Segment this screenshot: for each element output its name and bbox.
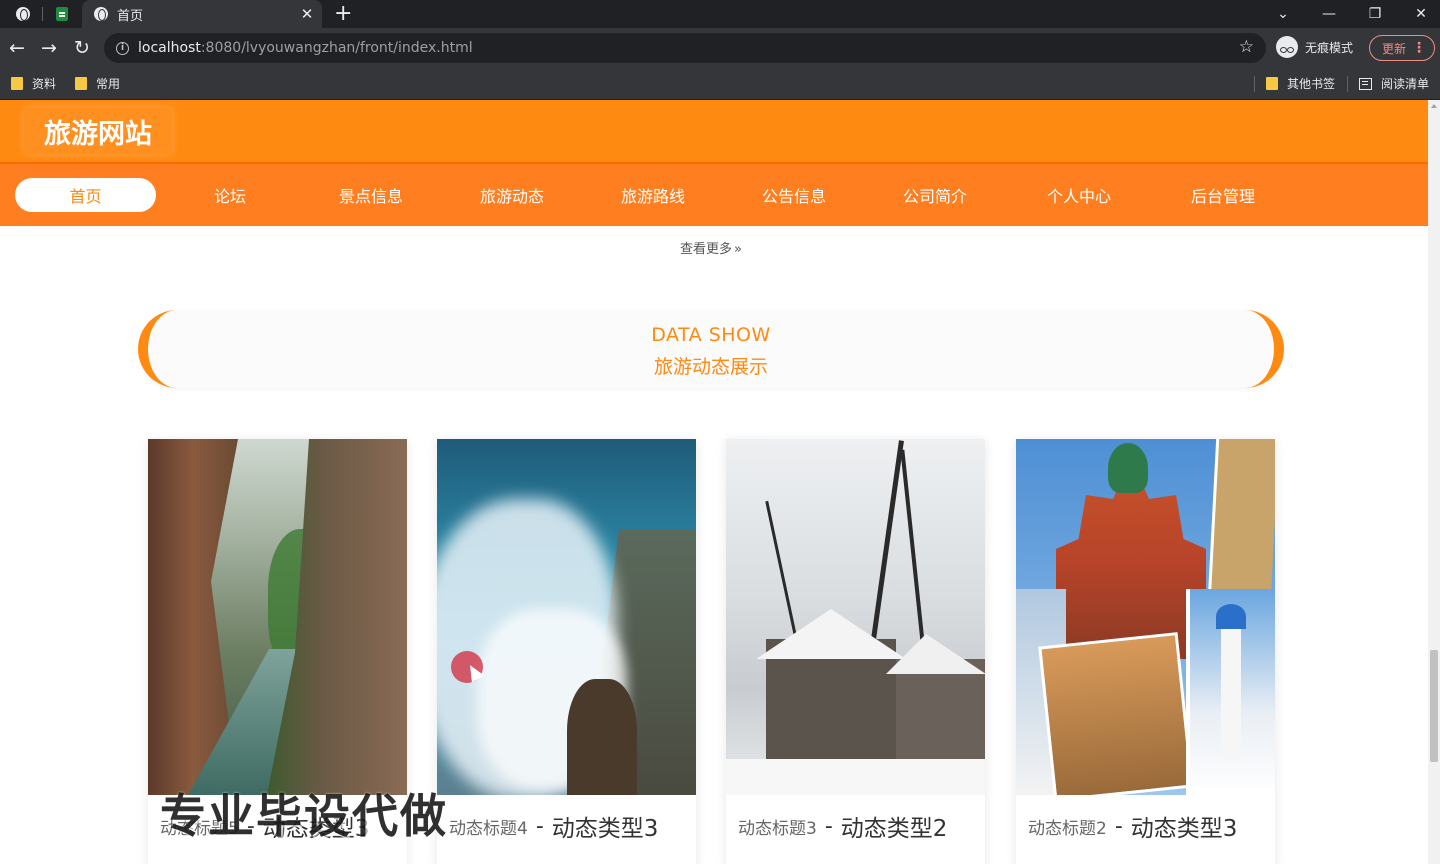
site-header: 旅游网站 xyxy=(0,100,1428,162)
nav-item-attractions[interactable]: 景点信息 xyxy=(325,178,417,212)
page-scrollbar[interactable] xyxy=(1428,100,1440,864)
see-more-link[interactable]: 查看更多» xyxy=(0,238,1422,257)
folder-icon xyxy=(1266,77,1278,90)
bookmark-label: 资料 xyxy=(32,77,57,91)
update-label: 更新 xyxy=(1382,41,1407,56)
browser-tab-bar: 首页 ✕ + ⌄ — ❐ ✕ xyxy=(0,0,1440,28)
nav-item-news[interactable]: 旅游动态 xyxy=(466,178,558,212)
address-bar[interactable]: i localhost:8080/lvyouwangzhan/front/ind… xyxy=(104,33,1266,63)
bookmark-folder-changyong[interactable]: 常用 xyxy=(75,75,120,92)
snow-ground-shape xyxy=(726,759,985,795)
card-type: 动态类型2 xyxy=(840,816,948,842)
scroll-up-arrow-icon[interactable] xyxy=(1431,104,1437,108)
dome-shape xyxy=(1108,443,1148,493)
double-chevron-right-icon: » xyxy=(734,242,742,257)
section-title-banner: DATA SHOW 旅游动态展示 xyxy=(138,310,1284,388)
section-title-en: DATA SHOW xyxy=(651,324,771,346)
bookmark-label: 阅读清单 xyxy=(1381,77,1430,91)
news-card[interactable]: 动态标题4 - 动态类型3 xyxy=(437,439,696,864)
tab-search-icon[interactable]: ⌄ xyxy=(1260,0,1306,28)
scrollbar-thumb[interactable] xyxy=(1430,650,1438,762)
card-dash: - xyxy=(535,813,544,839)
bookmark-star-icon[interactable]: ☆ xyxy=(1239,37,1254,57)
bookmark-folder-ziliao[interactable]: 资料 xyxy=(11,75,56,92)
news-card[interactable]: 动态标题2 - 动态类型3 xyxy=(1016,439,1275,864)
waterfall-photo xyxy=(437,439,696,795)
photo-panel-shape xyxy=(1207,439,1275,599)
bookmark-label: 常用 xyxy=(96,77,121,91)
restore-button[interactable]: ❐ xyxy=(1352,0,1398,28)
browser-toolbar: ← → ↻ i localhost:8080/lvyouwangzhan/fro… xyxy=(0,28,1440,68)
nav-item-routes[interactable]: 旅游路线 xyxy=(607,178,699,212)
bookmark-label: 其他书签 xyxy=(1287,77,1336,91)
bookmarks-bar: 资料 常用 其他书签 阅读清单 xyxy=(0,68,1440,100)
app-icon xyxy=(56,7,68,21)
forward-arrow-icon[interactable]: → xyxy=(37,36,61,60)
photo-panel-shape xyxy=(1038,632,1194,795)
url-path: :8080/lvyouwangzhan/front/index.html xyxy=(200,40,473,56)
canyon-photo xyxy=(148,439,407,795)
minaret-shape xyxy=(1221,609,1241,759)
log-shape xyxy=(567,679,637,795)
pinned-tab-globe[interactable] xyxy=(12,4,34,24)
nav-item-forum[interactable]: 论坛 xyxy=(190,178,270,212)
incognito-indicator[interactable]: 无痕模式 xyxy=(1276,36,1353,58)
web-page: 旅游网站 首页 论坛 景点信息 旅游动态 旅游路线 公告信息 公司简介 个人中心… xyxy=(0,100,1428,864)
bookmark-folder-other[interactable]: 其他书签 xyxy=(1266,75,1335,92)
card-title: 动态标题4 xyxy=(449,818,528,839)
incognito-label: 无痕模式 xyxy=(1305,40,1354,55)
tab-close-icon[interactable]: ✕ xyxy=(296,5,318,23)
card-dash: - xyxy=(1114,813,1123,839)
minimize-button[interactable]: — xyxy=(1306,0,1352,28)
card-title: 动态标题3 xyxy=(738,818,817,839)
back-arrow-icon[interactable]: ← xyxy=(5,36,29,60)
more-menu-icon[interactable]: ⋮ xyxy=(1412,40,1426,56)
close-window-button[interactable]: ✕ xyxy=(1398,0,1440,28)
pinned-tab-app[interactable] xyxy=(51,4,73,24)
card-caption: 动态标题4 - 动态类型3 xyxy=(437,795,696,857)
card-title: 动态标题2 xyxy=(1028,818,1107,839)
tab-divider xyxy=(42,7,43,21)
bookmark-divider xyxy=(1347,76,1348,92)
nav-item-home[interactable]: 首页 xyxy=(15,178,156,212)
card-type: 动态类型3 xyxy=(1130,816,1238,842)
new-tab-button[interactable]: + xyxy=(334,1,352,27)
nav-item-profile[interactable]: 个人中心 xyxy=(1033,178,1125,212)
watermark-overlay: 专业毕设代做 xyxy=(160,789,448,843)
globe-icon xyxy=(16,7,30,21)
see-more-label: 查看更多 xyxy=(680,242,733,257)
card-caption: 动态标题3 - 动态类型2 xyxy=(726,795,985,857)
news-card[interactable]: 动态标题3 - 动态类型2 xyxy=(726,439,985,864)
travel-collage-photo xyxy=(1016,439,1275,795)
roof-shape xyxy=(886,634,985,674)
reload-icon[interactable]: ↻ xyxy=(70,36,94,60)
folder-icon xyxy=(11,77,23,90)
nav-item-admin[interactable]: 后台管理 xyxy=(1177,178,1269,212)
roof-shape xyxy=(756,609,906,659)
site-logo[interactable]: 旅游网站 xyxy=(24,108,172,154)
reading-list-button[interactable]: 阅读清单 xyxy=(1359,75,1429,92)
house-shape xyxy=(896,659,985,759)
snow-village-photo xyxy=(726,439,985,795)
bookmark-divider xyxy=(1254,76,1255,92)
card-caption: 动态标题2 - 动态类型3 xyxy=(1016,795,1275,857)
site-info-icon[interactable]: i xyxy=(116,41,129,55)
globe-icon xyxy=(94,7,108,21)
tab-home[interactable]: 首页 ✕ xyxy=(82,0,322,28)
minaret-dome-shape xyxy=(1216,604,1246,629)
card-type: 动态类型3 xyxy=(551,816,659,842)
incognito-icon xyxy=(1276,36,1298,58)
main-nav: 首页 论坛 景点信息 旅游动态 旅游路线 公告信息 公司简介 个人中心 后台管理 xyxy=(0,162,1428,226)
nav-item-notices[interactable]: 公告信息 xyxy=(748,178,840,212)
reading-list-icon xyxy=(1359,77,1372,90)
url-host: localhost xyxy=(138,40,201,56)
nav-item-about[interactable]: 公司简介 xyxy=(889,178,981,212)
card-dash: - xyxy=(824,813,833,839)
folder-icon xyxy=(75,77,87,90)
section-title-zh: 旅游动态展示 xyxy=(653,356,768,378)
update-button[interactable]: 更新 ⋮ xyxy=(1369,35,1435,61)
tab-title: 首页 xyxy=(117,8,144,24)
